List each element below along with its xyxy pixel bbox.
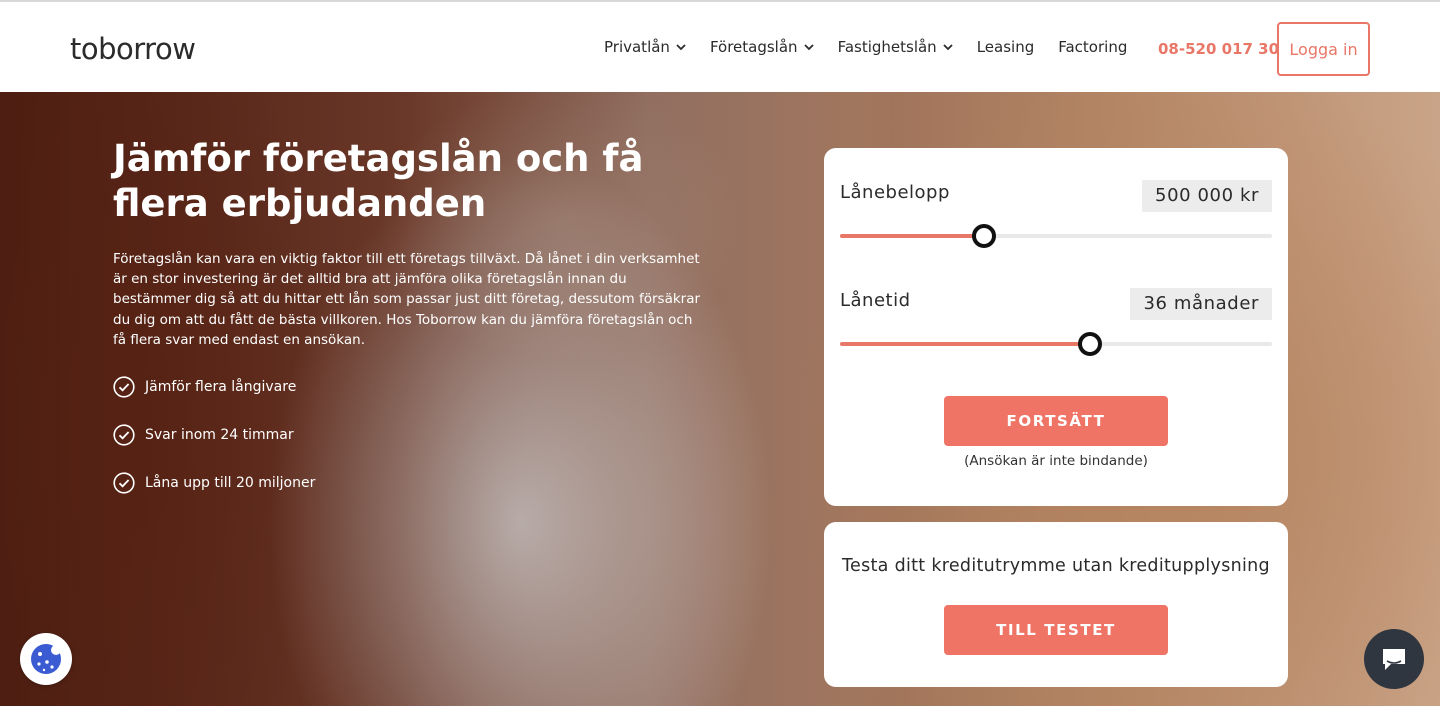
benefits-list: Jämför flera långivare Svar inom 24 timm… — [113, 376, 315, 520]
list-item: Svar inom 24 timmar — [113, 424, 315, 446]
nav-item-label: Fastighetslån — [837, 38, 937, 56]
check-circle-icon — [113, 424, 135, 446]
hero-title: Jämför företagslån och få flera erbjudan… — [113, 137, 644, 225]
term-label: Lånetid — [840, 290, 911, 311]
check-circle-icon — [113, 376, 135, 398]
credit-test-button[interactable]: TILL TESTET — [944, 605, 1168, 655]
nav-item-foretagslan[interactable]: Företagslån — [710, 38, 814, 56]
chevron-down-icon — [676, 44, 686, 51]
chevron-down-icon — [803, 44, 814, 51]
site-header: toborrow Privatlån Företagslån Fastighet… — [0, 0, 1440, 92]
amount-slider-fill — [840, 234, 984, 238]
nav-item-leasing[interactable]: Leasing — [977, 38, 1035, 56]
term-value[interactable]: 36 månader — [1130, 288, 1272, 320]
main-nav: Privatlån Företagslån Fastighetslån Leas… — [604, 38, 1151, 56]
non-binding-note: (Ansökan är inte bindande) — [964, 453, 1148, 469]
continue-button[interactable]: FORTSÄTT — [944, 396, 1168, 446]
nav-item-factoring[interactable]: Factoring — [1058, 38, 1127, 56]
list-item: Jämför flera långivare — [113, 376, 315, 398]
term-slider-fill — [840, 342, 1091, 346]
nav-item-label: Factoring — [1058, 38, 1128, 56]
cookie-settings-button[interactable] — [20, 633, 72, 685]
term-slider-thumb[interactable] — [1078, 332, 1103, 356]
check-circle-icon — [113, 472, 135, 494]
loan-calculator-card: Lånebelopp 500 000 kr Lånetid 36 månader… — [824, 148, 1288, 506]
term-slider[interactable] — [840, 332, 1272, 356]
nav-item-privatlan[interactable]: Privatlån — [604, 38, 686, 56]
credit-test-card: Testa ditt kreditutrymme utan kredituppl… — [824, 522, 1288, 687]
list-item: Låna upp till 20 miljoner — [113, 472, 315, 494]
phone-link[interactable]: 08-520 017 30 — [1158, 40, 1279, 58]
benefit-text: Låna upp till 20 miljoner — [145, 475, 316, 491]
nav-item-label: Företagslån — [709, 38, 798, 56]
logo[interactable]: toborrow — [70, 32, 196, 66]
benefit-text: Svar inom 24 timmar — [145, 427, 294, 443]
cookie-icon — [31, 644, 61, 674]
chat-icon — [1383, 649, 1405, 670]
login-button[interactable]: Logga in — [1277, 22, 1370, 76]
nav-item-label: Leasing — [976, 38, 1035, 56]
benefit-text: Jämför flera långivare — [145, 379, 297, 395]
hero-section: Jämför företagslån och få flera erbjudan… — [0, 92, 1440, 706]
credit-test-title: Testa ditt kreditutrymme utan kredituppl… — [842, 556, 1270, 576]
chevron-down-icon — [943, 44, 953, 51]
amount-slider-thumb[interactable] — [971, 224, 996, 248]
amount-label: Lånebelopp — [840, 182, 950, 203]
nav-item-label: Privatlån — [604, 38, 670, 56]
amount-slider[interactable] — [840, 224, 1272, 248]
chat-button[interactable] — [1364, 629, 1424, 689]
amount-value[interactable]: 500 000 kr — [1142, 180, 1272, 212]
nav-item-fastighetslan[interactable]: Fastighetslån — [838, 38, 953, 56]
hero-description: Företagslån kan vara en viktig faktor ti… — [113, 251, 701, 348]
